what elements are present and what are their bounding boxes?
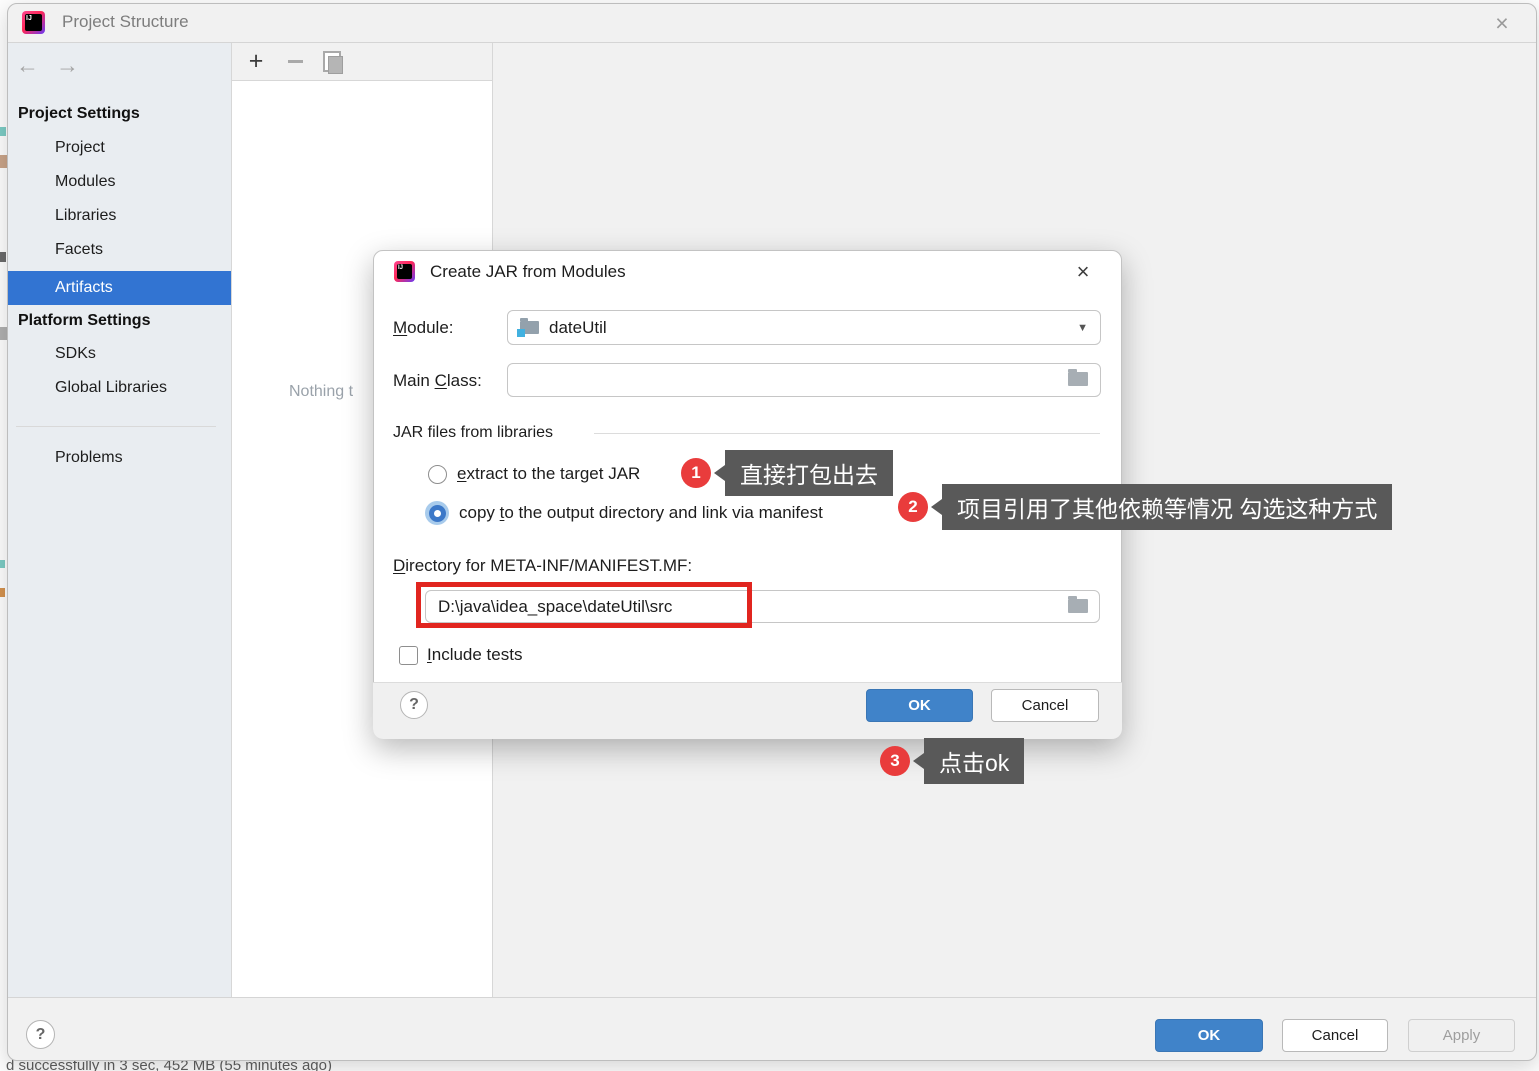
ok-button[interactable]: OK (1155, 1019, 1263, 1052)
dialog-title: Create JAR from Modules (430, 262, 626, 282)
group-divider (594, 433, 1100, 434)
empty-list-text: Nothing t (289, 383, 353, 401)
background-artifact (0, 327, 7, 340)
annotation-2: 2 项目引用了其他依赖等情况 勾选这种方式 (898, 484, 1392, 530)
remove-icon[interactable] (282, 46, 308, 76)
main-class-input[interactable] (507, 363, 1101, 397)
sidebar-item-problems[interactable]: Problems (55, 449, 123, 467)
background-artifact (0, 155, 7, 168)
intellij-logo-icon: IJ (22, 11, 45, 34)
annotation-3-text: 点击ok (924, 738, 1024, 784)
include-tests-checkbox-row[interactable]: Include tests (399, 645, 522, 665)
cancel-button[interactable]: Cancel (1282, 1019, 1388, 1052)
sidebar-item-facets[interactable]: Facets (55, 241, 103, 259)
annotation-1-badge: 1 (681, 458, 711, 488)
annotation-3-badge: 3 (880, 746, 910, 776)
sidebar-item-libraries[interactable]: Libraries (55, 207, 116, 225)
annotation-2-badge: 2 (898, 492, 928, 522)
forward-arrow-icon[interactable]: → (56, 52, 79, 79)
module-label: Module: (393, 318, 454, 338)
window-close-button[interactable]: × (1486, 8, 1518, 38)
dialog-ok-button[interactable]: OK (866, 689, 973, 722)
radio-copy-label: copy to the output directory and link vi… (459, 503, 823, 523)
artifacts-toolbar (231, 43, 493, 81)
main-class-label: Main Class: (393, 371, 482, 391)
minus-glyph (288, 60, 303, 63)
module-value: dateUtil (549, 318, 1067, 338)
sidebar-header-project-settings: Project Settings (18, 105, 140, 123)
bottombar-divider (8, 997, 1536, 998)
manifest-directory-label: Directory for META-INF/MANIFEST.MF: (393, 556, 692, 576)
background-artifact (0, 588, 5, 597)
help-button[interactable]: ? (26, 1020, 55, 1049)
screenshot-root: d successfully in 3 sec, 452 MB (55 minu… (0, 0, 1539, 1071)
directory-browse-folder-icon[interactable] (1068, 599, 1088, 613)
main-class-browse-folder-icon[interactable] (1068, 372, 1088, 386)
chevron-down-icon[interactable]: ▼ (1077, 322, 1088, 334)
radio-off-icon[interactable] (428, 465, 447, 484)
sidebar-item-sdks[interactable]: SDKs (55, 345, 96, 363)
dialog-help-button[interactable]: ? (400, 691, 428, 719)
apply-button[interactable]: Apply (1408, 1019, 1515, 1052)
annotation-3: 3 点击ok (880, 738, 1024, 784)
annotation-3-arrow-icon (913, 753, 924, 769)
settings-sidebar (8, 43, 231, 997)
module-folder-icon (520, 321, 539, 334)
window-title: Project Structure (62, 12, 189, 32)
back-arrow-icon[interactable]: ← (16, 52, 39, 79)
radio-extract-to-target-jar[interactable]: extract to the target JAR (428, 464, 640, 484)
include-tests-label: Include tests (427, 645, 522, 665)
red-highlight-box (416, 582, 752, 628)
module-select[interactable]: dateUtil ▼ (507, 310, 1101, 345)
sidebar-divider (16, 426, 216, 427)
radio-extract-label: extract to the target JAR (457, 464, 640, 484)
sidebar-item-global-libraries[interactable]: Global Libraries (55, 379, 167, 397)
checkbox-unchecked-icon[interactable] (399, 646, 418, 665)
sidebar-item-project[interactable]: Project (55, 139, 105, 157)
add-icon[interactable]: + (243, 46, 269, 76)
dialog-cancel-button[interactable]: Cancel (991, 689, 1099, 722)
sidebar-item-artifacts-selected-row[interactable] (8, 271, 231, 305)
sidebar-item-artifacts[interactable]: Artifacts (55, 279, 113, 297)
dialog-intellij-logo-icon: IJ (394, 261, 415, 282)
annotation-1-text: 直接打包出去 (725, 450, 893, 496)
sidebar-item-modules[interactable]: Modules (55, 173, 115, 191)
annotation-1-arrow-icon (714, 465, 725, 481)
background-artifact (0, 127, 6, 136)
background-artifact (0, 252, 6, 262)
sidebar-header-platform-settings: Platform Settings (18, 312, 150, 330)
copy-icon[interactable] (323, 51, 341, 72)
radio-copy-to-output[interactable]: copy to the output directory and link vi… (425, 501, 823, 525)
radio-on-icon[interactable] (425, 501, 449, 525)
annotation-2-arrow-icon (931, 499, 942, 515)
annotation-2-text: 项目引用了其他依赖等情况 勾选这种方式 (942, 484, 1392, 530)
background-artifact (0, 560, 5, 568)
jar-files-group-label: JAR files from libraries (393, 424, 553, 442)
annotation-1: 1 直接打包出去 (681, 450, 893, 496)
dialog-close-button[interactable]: × (1066, 256, 1100, 288)
